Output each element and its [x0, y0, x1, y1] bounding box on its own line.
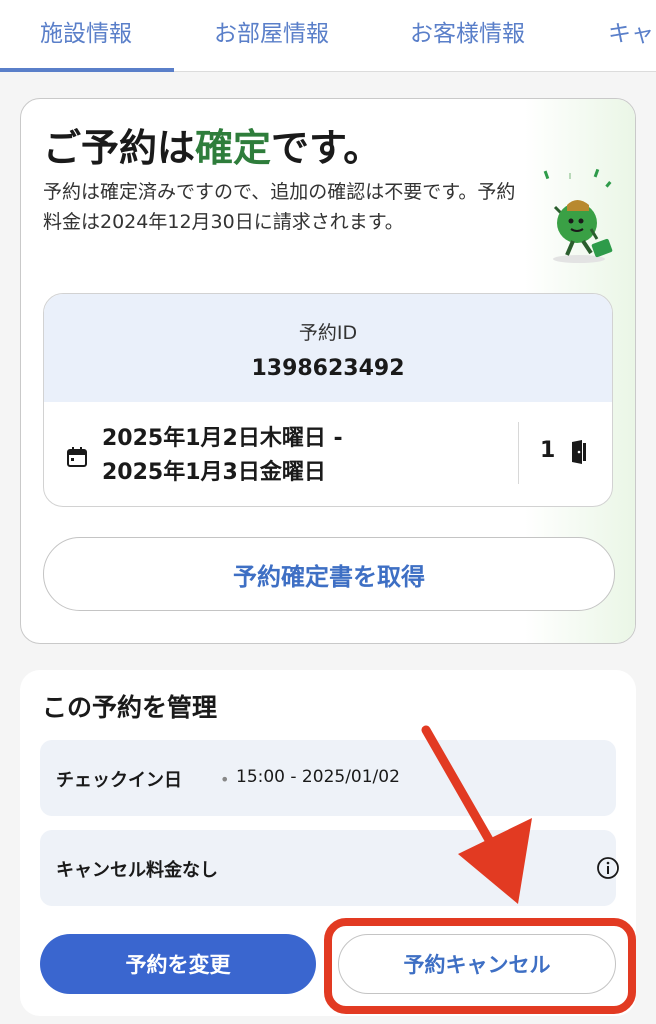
booking-id-label: 予約ID [298, 322, 358, 344]
confirmation-description: 予約は確定済みですので、追加の確認は不要です。予約料金は2024年12月30日に… [43, 181, 516, 233]
info-icon[interactable] [596, 856, 620, 880]
manage-booking-title: この予約を管理 [42, 693, 218, 722]
booking-id-box: 予約ID 1398623492 2025年1月2日木曜日 - 2025年1月3日… [43, 293, 613, 507]
cancellation-fee-label: キャンセル料金なし [56, 860, 218, 881]
separator-dot: • [220, 770, 230, 789]
calendar-icon [67, 447, 87, 467]
stay-dates: 2025年1月2日木曜日 - 2025年1月3日金曜日 [102, 422, 343, 490]
booking-id-value: 1398623492 [251, 356, 405, 381]
get-confirmation-button[interactable]: 予約確定書を取得 [43, 537, 615, 611]
booking-id-header [44, 294, 612, 402]
tab-cancel[interactable]: キャ [608, 14, 654, 48]
checkin-time: 15:00 - 2025/01/02 [236, 767, 400, 787]
door-icon [572, 440, 586, 464]
tab-guest-info[interactable]: お客様情報 [410, 14, 525, 48]
tab-bar: 施設情報 お部屋情報 お客様情報 キャ [0, 0, 656, 72]
divider [518, 422, 519, 484]
change-booking-button[interactable]: 予約を変更 [40, 934, 316, 994]
checkin-label: チェックイン日 [56, 770, 182, 791]
check-out-date: 2025年1月3日金曜日 [102, 460, 326, 485]
confirmed-word: 確定 [195, 126, 272, 170]
tab-room-info[interactable]: お部屋情報 [214, 14, 329, 48]
booking-confirmation-card: ご予約は確定です。 予約は確定済みですので、追加の確認は不要です。予約料金は20… [20, 98, 636, 644]
room-count: 1 [540, 438, 556, 463]
annotation-highlight-box [324, 918, 636, 1014]
mascot-illustration-icon [543, 168, 613, 263]
check-in-date: 2025年1月2日木曜日 - [102, 426, 343, 451]
annotation-arrow-icon [421, 725, 532, 904]
confirmation-title: ご予約は確定です。 [43, 126, 382, 170]
tab-property-info[interactable]: 施設情報 [40, 14, 132, 48]
active-tab-indicator [0, 68, 174, 72]
